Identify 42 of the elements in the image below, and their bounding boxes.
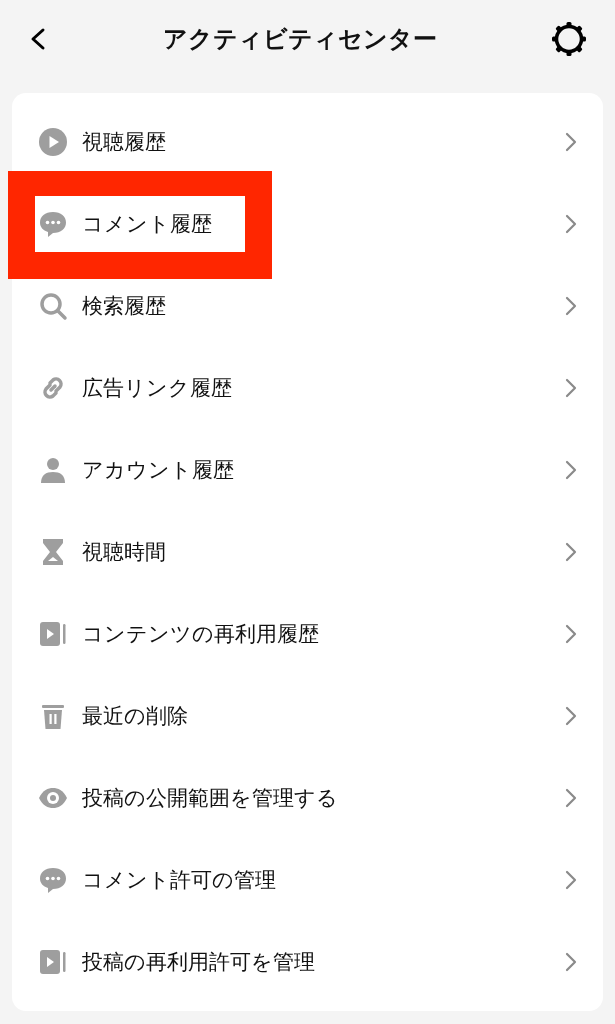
menu-item[interactable]: コメント履歴 — [12, 183, 603, 265]
menu-item-label: コメント許可の管理 — [82, 867, 277, 894]
menu-item[interactable]: アカウント履歴 — [12, 429, 603, 511]
menu-item-label: 視聴時間 — [82, 539, 167, 566]
menu-item[interactable]: 視聴時間 — [12, 511, 603, 593]
settings-icon[interactable] — [551, 21, 587, 57]
speech-bubble-icon — [38, 865, 68, 895]
menu-item[interactable]: コンテンツの再利用履歴 — [12, 593, 603, 675]
menu-item[interactable]: 最近の削除 — [12, 675, 603, 757]
chevron-icon — [565, 870, 577, 890]
chevron-icon — [565, 378, 577, 398]
video-icon — [38, 947, 68, 977]
menu-item-label: 広告リンク履歴 — [82, 375, 233, 402]
menu-item[interactable]: 視聴履歴 — [12, 101, 603, 183]
chevron-icon — [565, 132, 577, 152]
menu-item-label: 視聴履歴 — [82, 129, 167, 156]
chevron-icon — [565, 296, 577, 316]
speech-bubble-icon — [38, 209, 68, 239]
chevron-icon — [565, 952, 577, 972]
menu-item[interactable]: 投稿の再利用許可を管理 — [12, 921, 603, 1003]
menu-item-label: アカウント履歴 — [82, 457, 235, 484]
menu-item-label: コンテンツの再利用履歴 — [82, 621, 320, 648]
chevron-icon — [565, 706, 577, 726]
video-icon — [38, 619, 68, 649]
menu-item[interactable]: 投稿の公開範囲を管理する — [12, 757, 603, 839]
menu-item-label: コメント履歴 — [82, 211, 213, 238]
page-title: アクティビティセンター — [162, 24, 437, 55]
chevron-icon — [565, 542, 577, 562]
menu-item-label: 検索履歴 — [82, 293, 167, 320]
menu-item[interactable]: コメント許可の管理 — [12, 839, 603, 921]
chevron-icon — [565, 624, 577, 644]
chevron-icon — [565, 788, 577, 808]
search-icon — [38, 291, 68, 321]
menu-item-label: 最近の削除 — [82, 703, 189, 730]
play-icon — [38, 127, 68, 157]
menu-item[interactable]: 広告リンク履歴 — [12, 347, 603, 429]
person-icon — [38, 455, 68, 485]
chevron-icon — [565, 214, 577, 234]
menu-item-label: 投稿の再利用許可を管理 — [82, 949, 316, 976]
menu-item[interactable]: 検索履歴 — [12, 265, 603, 347]
menu-item-label: 投稿の公開範囲を管理する — [82, 785, 339, 812]
chevron-icon — [565, 460, 577, 480]
